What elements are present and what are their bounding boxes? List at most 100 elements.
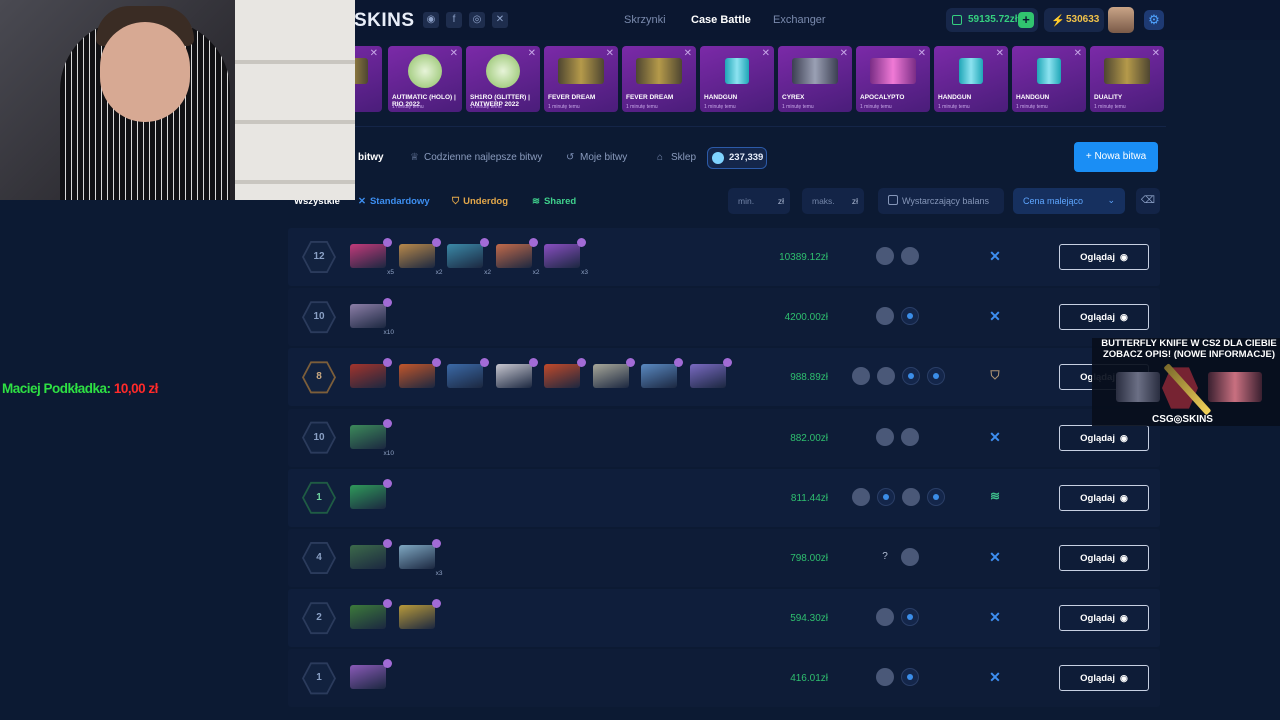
- player-avatar: [852, 367, 870, 386]
- ticker-item-image: [792, 58, 838, 84]
- case-badge: [383, 539, 392, 548]
- min-price-input[interactable]: min. zł: [728, 188, 790, 214]
- instagram-icon[interactable]: ◎: [469, 12, 485, 28]
- clear-filters-icon[interactable]: ⌫: [1136, 188, 1160, 214]
- add-funds-button[interactable]: +: [1018, 12, 1034, 28]
- sort-select[interactable]: Cena malejąco ⌄: [1013, 188, 1125, 214]
- tab-battles[interactable]: bitwy: [358, 152, 384, 163]
- player-avatar: [902, 487, 920, 506]
- watch-button[interactable]: Oglądaj ◉: [1059, 244, 1149, 270]
- case-quantity: x10: [383, 329, 394, 337]
- player-avatar: [852, 487, 870, 506]
- filter-shared[interactable]: ≋ Shared: [532, 196, 576, 207]
- nav-case-battle[interactable]: Case Battle: [691, 14, 751, 26]
- watch-button[interactable]: Oglądaj ◉: [1059, 545, 1149, 571]
- empty-slot[interactable]: [901, 608, 919, 627]
- battle-row: 2 594.30zł ✕ Oglądaj ◉: [288, 589, 1160, 648]
- ticker-item[interactable]: ✕ SH1RO (GLITTER) | ANTWERP 2022 1 minutę …: [466, 46, 540, 112]
- site-logo[interactable]: SKINS: [354, 10, 415, 32]
- gear-icon[interactable]: ⚙: [1144, 10, 1164, 30]
- case-badge: [431, 599, 441, 609]
- case-thumbnail: x3: [544, 238, 588, 276]
- ticker-item-image: [870, 58, 916, 84]
- points-badge[interactable]: 237,339: [707, 147, 767, 169]
- ticker-item[interactable]: ✕ HANDGUN 1 minutę temu: [1012, 46, 1086, 112]
- swords-icon: ✕: [989, 609, 1001, 626]
- filter-shared-label: Shared: [543, 196, 577, 207]
- player-avatar: [876, 307, 894, 326]
- sufficient-balance-toggle[interactable]: Wystarczający balans: [878, 188, 1004, 214]
- divider: [354, 126, 1166, 127]
- close-icon: ✕: [1151, 48, 1160, 59]
- promo-line-2: ZOBACZ OPIS! (NOWE INFORMACJE): [1102, 349, 1276, 360]
- empty-slot[interactable]: [927, 367, 945, 386]
- case-badge: [528, 238, 538, 247]
- ticker-item-image: [1037, 58, 1061, 84]
- empty-slot[interactable]: [927, 487, 945, 506]
- watch-button[interactable]: Oglądaj ◉: [1059, 484, 1149, 511]
- ticker-item[interactable]: ✕ CYREX 1 minutę temu: [778, 46, 852, 112]
- ticker-item[interactable]: ✕ FEVER DREAM 1 minutę temu: [544, 46, 618, 112]
- ticker-item-name: DUALITY: [1094, 94, 1123, 101]
- case-thumbnail: x10: [350, 418, 394, 457]
- donation-alert: Maciej Podkładka: 10,00 zł: [2, 381, 158, 396]
- rounds-badge: 10: [302, 421, 336, 454]
- empty-slot[interactable]: [901, 668, 919, 687]
- close-icon: ✕: [839, 48, 848, 59]
- tab-shop[interactable]: ⌂ Sklep: [657, 152, 696, 163]
- discord-icon[interactable]: ◉: [423, 12, 439, 28]
- ticker-item-image: [725, 58, 749, 84]
- case-thumbnail: [398, 599, 441, 630]
- case-badge: [480, 358, 489, 368]
- ticker-item-time: 1 minutę temu: [938, 104, 970, 110]
- swords-icon: ✕: [989, 308, 1001, 325]
- ticker-item-name: FEVER DREAM: [548, 94, 596, 101]
- case-badge: [431, 358, 441, 368]
- watch-button[interactable]: Oglądaj ◉: [1059, 424, 1149, 451]
- watch-button[interactable]: Oglądaj ◉: [1059, 605, 1149, 632]
- user-avatar[interactable]: [1108, 7, 1134, 33]
- ticker-item-image: [558, 58, 604, 84]
- tab-daily-best[interactable]: ♕ Codzienne najlepsze bitwy: [410, 152, 542, 163]
- case-badge: [383, 298, 392, 308]
- ticker-item-time: 1 minutę temu: [470, 104, 502, 110]
- chevron-down-icon: ⌄: [1107, 195, 1115, 205]
- empty-slot[interactable]: [902, 367, 920, 386]
- case-thumbnail: x2: [447, 238, 491, 276]
- swords-icon: ✕: [358, 196, 366, 207]
- filter-underdog[interactable]: ⛉ Underdog: [452, 196, 508, 207]
- case-badge: [674, 358, 683, 368]
- player-avatar: [876, 608, 894, 627]
- filter-standard[interactable]: ✕ Standardowy: [358, 196, 430, 207]
- shared-icon: ≋: [532, 196, 540, 207]
- ticker-item[interactable]: ✕ DUALITY 1 minutę temu: [1090, 46, 1164, 112]
- case-quantity: x3: [435, 570, 443, 577]
- swords-icon: ✕: [989, 248, 1001, 264]
- ticker-item[interactable]: ✕ APOCALYPTO 1 minutę temu: [856, 46, 930, 112]
- ticker-item[interactable]: ✕ AUTIMATIC (HOLO) | RIO 2022 1 minutę tem…: [388, 46, 462, 112]
- filter-standard-label: Standardowy: [369, 196, 430, 207]
- case-quantity: x3: [581, 269, 588, 276]
- case-thumbnail: [495, 358, 538, 389]
- shared-icon: ≋: [989, 488, 1001, 503]
- case-thumbnail: x10: [350, 298, 394, 336]
- watch-button[interactable]: Oglądaj ◉: [1059, 665, 1149, 692]
- max-price-input[interactable]: maks. zł: [802, 188, 864, 214]
- ticker-item[interactable]: ✕ HANDGUN 1 minutę temu: [934, 46, 1008, 112]
- new-battle-button[interactable]: + Nowa bitwa: [1074, 142, 1158, 172]
- tab-my-battles[interactable]: ↺ Moje bitwy: [566, 152, 627, 163]
- empty-slot[interactable]: [901, 307, 919, 326]
- case-thumbnail: [592, 358, 635, 389]
- case-quantity: x2: [484, 269, 491, 276]
- watch-button[interactable]: Oglądaj ◉: [1059, 304, 1149, 331]
- empty-slot[interactable]: [877, 487, 895, 506]
- close-icon: ✕: [449, 48, 458, 59]
- nav-skrzynki[interactable]: Skrzynki: [624, 14, 666, 26]
- facebook-icon[interactable]: f: [446, 12, 462, 28]
- points-value: 237,339: [729, 152, 764, 163]
- battle-row: 8988.89zł⛉Oglądaj◉: [288, 348, 1160, 407]
- ticker-item[interactable]: ✕ HANDGUN 1 minutę temu: [700, 46, 774, 112]
- ticker-item[interactable]: ✕ FEVER DREAM 1 minutę temu: [622, 46, 696, 112]
- x-icon[interactable]: ✕: [492, 12, 508, 28]
- nav-exchanger[interactable]: Exchanger: [773, 14, 826, 26]
